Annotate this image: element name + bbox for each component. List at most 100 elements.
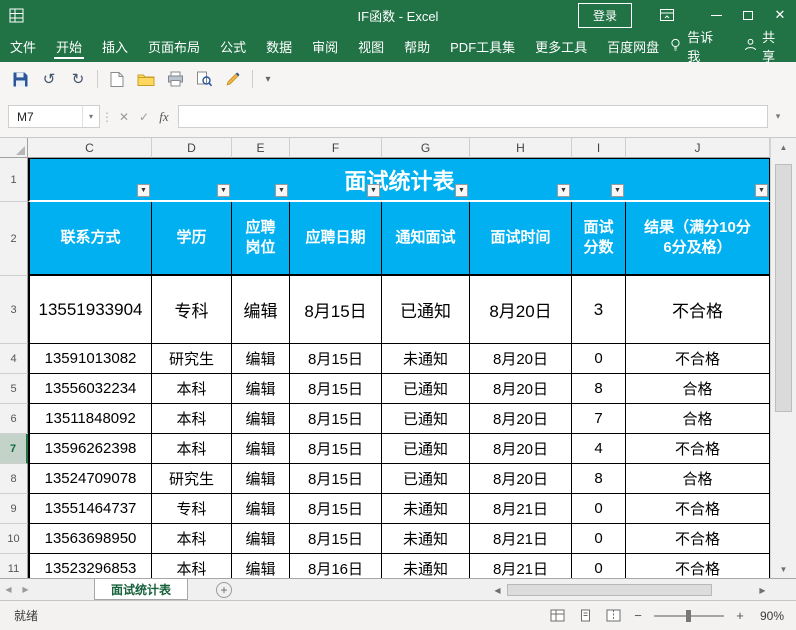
minimize-button[interactable] [700,0,732,30]
cell[interactable]: 8月20日 [470,374,572,404]
header-cell-apply-date[interactable]: 应聘日期 [290,202,382,276]
cell[interactable]: 8月15日 [290,276,382,344]
filter-dropdown-icon[interactable]: ▼ [611,184,624,197]
close-button[interactable]: ✕ [764,0,796,30]
cell[interactable]: 已通知 [382,276,470,344]
cell[interactable]: 编辑 [232,276,290,344]
zoom-in-icon[interactable]: + [734,608,746,623]
spell-pen-icon[interactable] [223,69,243,89]
cell[interactable]: 8月20日 [470,276,572,344]
cell[interactable]: 研究生 [152,464,232,494]
scroll-left-icon[interactable]: ◀ [490,586,505,595]
filter-dropdown-icon[interactable]: ▼ [367,184,380,197]
name-box-dropdown-icon[interactable]: ▾ [82,106,99,127]
column-header-c[interactable]: C [28,138,152,158]
undo-icon[interactable]: ↺ [39,69,59,89]
cell[interactable]: 0 [572,524,626,554]
filter-dropdown-icon[interactable]: ▼ [557,184,570,197]
row-header-2[interactable]: 2 [0,202,28,276]
cell[interactable]: 4 [572,434,626,464]
row-header-1[interactable]: 1 [0,158,28,202]
tell-me[interactable]: 告诉我 [669,27,718,65]
header-cell-notified[interactable]: 通知面试 [382,202,470,276]
cell[interactable]: 8月15日 [290,464,382,494]
cell[interactable]: 本科 [152,554,232,578]
cell[interactable]: 7 [572,404,626,434]
tab-review[interactable]: 审阅 [302,30,348,62]
vertical-scroll-track[interactable] [771,156,796,560]
share[interactable]: 共享 [744,27,782,65]
cell[interactable]: 编辑 [232,374,290,404]
cell[interactable]: 本科 [152,524,232,554]
sheet-nav-left-icon[interactable]: ◀ [0,585,17,594]
tab-insert[interactable]: 插入 [92,30,138,62]
cell[interactable]: 编辑 [232,344,290,374]
row-header-10[interactable]: 10 [0,524,28,554]
zoom-level[interactable]: 90% [756,609,784,623]
zoom-slider-thumb[interactable] [686,610,691,622]
tab-pdf-tools[interactable]: PDF工具集 [440,30,525,62]
column-header-g[interactable]: G [382,138,470,158]
row-header-9[interactable]: 9 [0,494,28,524]
cell[interactable]: 0 [572,344,626,374]
maximize-button[interactable] [732,0,764,30]
page-break-view-icon[interactable] [604,608,622,624]
cell[interactable]: 编辑 [232,494,290,524]
cell[interactable]: 未通知 [382,524,470,554]
cell[interactable]: 8月15日 [290,374,382,404]
cell[interactable]: 编辑 [232,404,290,434]
cell[interactable]: 13591013082 [28,344,152,374]
table-title-cell[interactable]: 面试统计表 ▼ ▼ ▼ ▼ ▼ ▼ ▼ ▼ [28,158,770,202]
cell[interactable]: 合格 [626,404,770,434]
cell[interactable]: 13556032234 [28,374,152,404]
cell[interactable]: 8月20日 [470,404,572,434]
filter-dropdown-icon[interactable]: ▼ [275,184,288,197]
select-all-corner[interactable] [0,138,28,158]
normal-view-icon[interactable] [548,608,566,624]
header-cell-interview-time[interactable]: 面试时间 [470,202,572,276]
cell[interactable]: 8月15日 [290,344,382,374]
column-header-i[interactable]: I [572,138,626,158]
cell[interactable]: 13551933904 [28,276,152,344]
expand-formula-bar-icon[interactable]: ▾ [768,111,788,122]
cell[interactable]: 编辑 [232,524,290,554]
cell[interactable]: 不合格 [626,344,770,374]
cell[interactable]: 编辑 [232,464,290,494]
tab-page-layout[interactable]: 页面布局 [138,30,210,62]
tab-home[interactable]: 开始 [46,30,92,62]
row-header-3[interactable]: 3 [0,276,28,344]
cell[interactable]: 已通知 [382,464,470,494]
cell[interactable]: 本科 [152,404,232,434]
sheet-tab-active[interactable]: 面试统计表 [94,579,188,600]
print-icon[interactable] [165,69,185,89]
column-header-d[interactable]: D [152,138,232,158]
ribbon-display-options-icon[interactable] [652,0,682,30]
row-header-7-selected[interactable]: 7 [0,434,28,464]
cell[interactable]: 13523296853 [28,554,152,578]
tab-file[interactable]: 文件 [0,30,46,62]
cell[interactable]: 3 [572,276,626,344]
cell[interactable]: 已通知 [382,374,470,404]
scroll-down-icon[interactable]: ▼ [771,560,796,578]
cell[interactable]: 合格 [626,374,770,404]
cell[interactable]: 8月15日 [290,494,382,524]
customize-toolbar-icon[interactable]: ▾ [262,69,274,89]
tab-formulas[interactable]: 公式 [210,30,256,62]
scroll-right-icon[interactable]: ▶ [755,586,770,595]
add-sheet-icon[interactable]: + [216,582,232,598]
cell[interactable]: 研究生 [152,344,232,374]
cell[interactable]: 8月16日 [290,554,382,578]
cell[interactable]: 本科 [152,434,232,464]
header-cell-score[interactable]: 面试 分数 [572,202,626,276]
redo-icon[interactable]: ↻ [68,69,88,89]
cell[interactable]: 未通知 [382,494,470,524]
enter-icon[interactable]: ✓ [134,106,154,128]
horizontal-scrollbar[interactable]: ◀ ▶ [490,582,770,598]
cell[interactable]: 13524709078 [28,464,152,494]
tab-baidu-netdisk[interactable]: 百度网盘 [597,30,669,62]
header-cell-contact[interactable]: 联系方式 [28,202,152,276]
scroll-up-icon[interactable]: ▲ [771,138,796,156]
column-header-e[interactable]: E [232,138,290,158]
tab-view[interactable]: 视图 [348,30,394,62]
cell[interactable]: 8月15日 [290,434,382,464]
